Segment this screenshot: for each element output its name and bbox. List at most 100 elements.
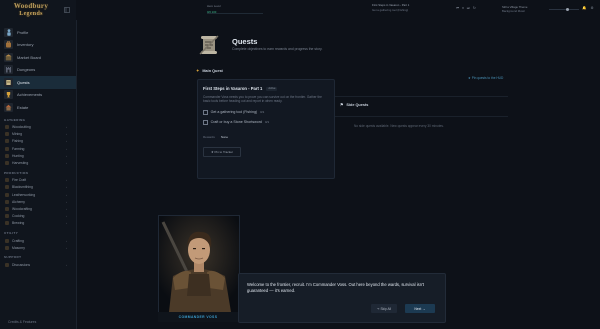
nav-item-estate[interactable]: Estate: [0, 101, 76, 114]
nav-item-quests[interactable]: Quests: [0, 76, 76, 89]
nav-item-achievements[interactable]: Achievements: [0, 89, 76, 102]
checkbox-icon: [203, 120, 208, 125]
skill-item-crafting[interactable]: Crafting ›: [0, 237, 76, 244]
skill-item-woodcrafting[interactable]: Woodcrafting ›: [0, 205, 76, 212]
skill-item-fishing[interactable]: Fishing ›: [0, 138, 76, 145]
potion-icon: [5, 199, 9, 204]
nav-label: Market Board: [17, 54, 42, 60]
skill-item-hunting[interactable]: Hunting ›: [0, 152, 76, 159]
main-quest-card: First Steps in Vasaron - Part 1 Active C…: [197, 79, 335, 179]
quest-title-row: First Steps in Vasaron - Part 1 Active: [203, 86, 278, 91]
nav-item-profile[interactable]: Profile: [0, 26, 76, 39]
skill-item-farming[interactable]: Farming ›: [0, 145, 76, 152]
dungeon-icon: [4, 65, 13, 75]
skill-label: Blacksmithing: [12, 185, 33, 190]
pause-icon[interactable]: ⏸: [462, 6, 464, 10]
dialogue-overlay: COMMANDER VOSS Welcome to the frontier, …: [158, 215, 446, 323]
topbar: Hero Level 0/0 100 First Steps in Vasaro…: [76, 0, 600, 20]
tracked-quest-title: First Steps in Vasaron - Part 1: [372, 3, 410, 7]
pin-hint: ★ Pin quests to the HUD: [468, 76, 504, 80]
objective-count: 0/1: [260, 110, 265, 115]
skill-item-mining[interactable]: Mining ›: [0, 131, 76, 138]
chevron-right-icon: ›: [66, 245, 67, 250]
section-title-production: PRODUCTION: [4, 170, 29, 175]
nav-item-market-board[interactable]: Market Board: [0, 51, 76, 64]
rewards-value: None: [220, 135, 229, 139]
skill-item-leatherworking[interactable]: Leatherworking ›: [0, 191, 76, 198]
nav-item-inventory[interactable]: Inventory: [0, 39, 76, 52]
skill-item-blacksmithing[interactable]: Blacksmithing ›: [0, 184, 76, 191]
side-quests-icon: ⚑: [340, 103, 344, 107]
chevron-right-icon: ›: [66, 139, 67, 144]
next-track-icon[interactable]: ⏭: [467, 6, 470, 10]
section-title-utility: UTILITY: [4, 230, 19, 235]
volume-slider[interactable]: [549, 8, 579, 11]
bow-icon: [5, 153, 9, 158]
chevron-right-icon: ›: [66, 262, 67, 267]
mug-icon: [5, 221, 9, 226]
chevron-right-icon: ›: [66, 146, 67, 151]
nav-label: Quests: [17, 79, 30, 85]
wheat-icon: [5, 146, 9, 151]
tracked-quest[interactable]: First Steps in Vasaron - Part 1 Get a ga…: [372, 3, 442, 12]
chat-icon: [5, 262, 9, 267]
previous-track-icon[interactable]: ⏮: [456, 6, 459, 10]
main-nav: Profile Inventory Market Board Dungeons …: [0, 26, 76, 269]
skill-label: Leatherworking: [12, 192, 36, 197]
chevron-right-icon: ›: [66, 153, 67, 158]
nav-item-dungeons[interactable]: Dungeons: [0, 64, 76, 77]
skill-item-cooking[interactable]: Cooking ›: [0, 213, 76, 220]
fish-icon: [5, 139, 9, 144]
pin-to-tracker-button[interactable]: ★ Pin to Tracker: [203, 147, 241, 157]
bell-icon[interactable]: 🔔: [582, 6, 586, 10]
chevron-right-icon: ›: [66, 192, 67, 197]
hero-level-meter: Hero Level 0/0 100: [207, 4, 267, 14]
page-subtitle: Complete objectives to earn rewards and …: [232, 47, 323, 51]
skill-item-brewing[interactable]: Brewing ›: [0, 220, 76, 227]
credits-link[interactable]: Credits & Features: [8, 320, 36, 324]
nav-label: Estate: [17, 104, 29, 110]
skill-item-discussions[interactable]: Discussions ›: [0, 261, 76, 268]
skill-item-harvesting[interactable]: Harvesting ›: [0, 159, 76, 166]
nav-label: Profile: [17, 29, 29, 35]
chevron-right-icon: ›: [66, 185, 67, 190]
next-button[interactable]: Next →: [405, 304, 435, 313]
nav-label: Dungeons: [17, 67, 36, 73]
divider: [334, 96, 508, 97]
skip-all-button[interactable]: ↷ Skip All: [371, 304, 397, 313]
skill-item-woodcutting[interactable]: Woodcutting ›: [0, 124, 76, 131]
page-header: Quests Complete objectives to earn rewar…: [196, 32, 496, 62]
chevron-right-icon: ›: [66, 132, 67, 137]
settings-icon[interactable]: ⚙: [590, 6, 593, 10]
side-quests-heading: ⚑ Side Quests: [340, 102, 368, 108]
quest-title: First Steps in Vasaron - Part 1: [203, 86, 263, 91]
main-quest-heading: ✦ Main Quest: [196, 68, 223, 73]
pickaxe-icon: [5, 132, 9, 137]
skill-item-alchemy[interactable]: Alchemy ›: [0, 198, 76, 205]
checkbox-icon: [203, 110, 208, 115]
skill-label: Crafting: [12, 238, 24, 243]
star-icon: ✦: [196, 68, 200, 73]
quest-status-badge: Active: [266, 86, 278, 91]
collapse-sidebar-icon[interactable]: [64, 7, 70, 13]
chevron-right-icon: ›: [66, 125, 67, 130]
dialogue-box: Welcome to the frontier, recruit. I'm Co…: [238, 273, 446, 323]
repeat-icon[interactable]: ↻: [473, 6, 476, 10]
page-title: Quests: [232, 37, 258, 46]
tools-icon: [5, 238, 9, 243]
fire-icon: [5, 178, 9, 183]
person-icon: [4, 27, 13, 37]
backpack-icon: [4, 40, 13, 50]
anvil-icon: [5, 185, 9, 190]
skill-item-fire-craft[interactable]: Fire Craft ›: [0, 177, 76, 184]
hero-level-label: Hero Level: [207, 4, 221, 8]
volume-knob[interactable]: [566, 8, 569, 11]
game-logo[interactable]: Woodbury Legends: [6, 2, 56, 19]
axe-icon: [5, 125, 9, 130]
skill-item-masonry[interactable]: Masonry ›: [0, 244, 76, 251]
divider: [334, 116, 508, 117]
objective-label: Craft or buy a Stone Shortsword: [210, 120, 262, 125]
nav-label: Inventory: [17, 42, 34, 48]
side-quests-empty-text: No side quests available. New quests app…: [354, 124, 444, 128]
scroll-quest-icon: [4, 77, 13, 87]
